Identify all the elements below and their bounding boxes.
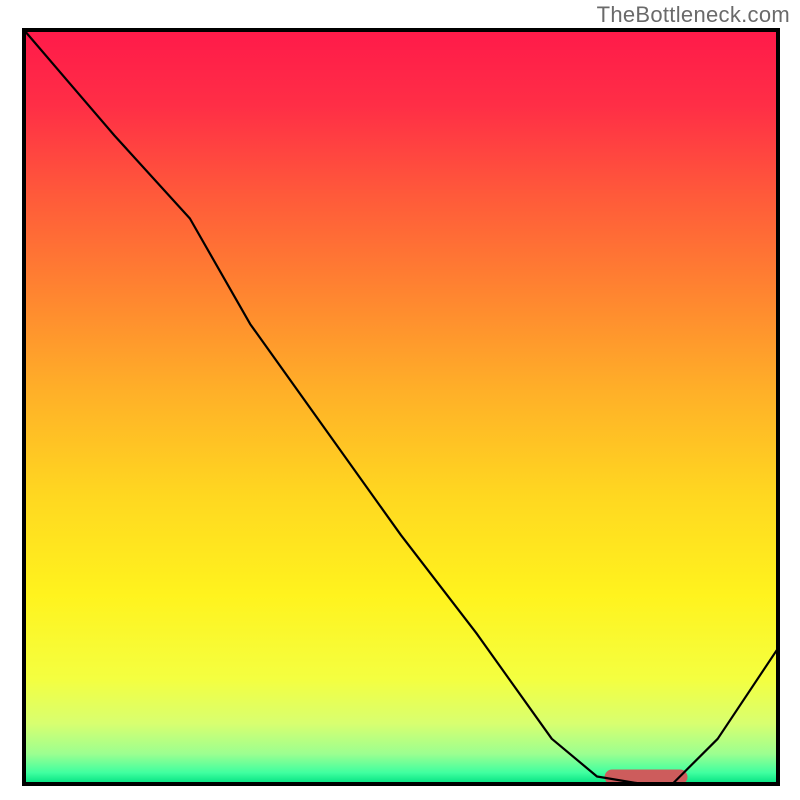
chart-container: TheBottleneck.com [0, 0, 800, 800]
watermark-label: TheBottleneck.com [597, 2, 790, 28]
gradient-background [24, 30, 778, 784]
chart-svg [22, 28, 780, 786]
plot-area [22, 28, 780, 786]
